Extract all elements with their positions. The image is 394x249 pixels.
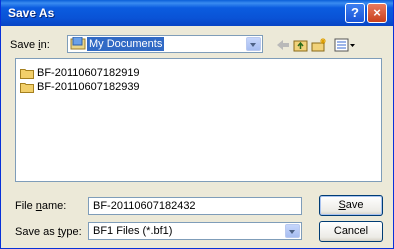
save-in-label: Save in: — [10, 39, 50, 51]
save-as-type-dropdown[interactable]: BF1 Files (*.bf1) — [88, 222, 302, 240]
title-bar[interactable]: Save As ? × — [1, 0, 393, 26]
dialog-title: Save As — [8, 6, 55, 20]
save-button[interactable]: Save — [319, 195, 383, 216]
folder-icon — [20, 83, 34, 93]
save-in-dropdown[interactable]: My Documents — [67, 35, 263, 53]
cancel-button[interactable]: Cancel — [319, 221, 383, 242]
help-button[interactable]: ? — [345, 3, 365, 23]
file-name-input[interactable]: BF-20110607182432 — [88, 197, 302, 215]
file-name: BF-20110607182919 — [37, 67, 140, 79]
my-documents-icon — [70, 37, 86, 50]
save-as-type-label: Save as type: — [15, 226, 82, 238]
close-button[interactable]: × — [367, 3, 387, 23]
new-folder-icon[interactable] — [311, 38, 327, 52]
save-in-value: My Documents — [87, 37, 165, 51]
chevron-down-icon[interactable] — [246, 37, 261, 51]
file-list[interactable]: BF-20110607182919 BF-20110607182939 — [15, 58, 382, 182]
save-as-type-value: BF1 Files (*.bf1) — [93, 225, 173, 237]
up-folder-icon[interactable] — [293, 38, 309, 52]
save-as-dialog: Save As ? × Save in: My Documents BF-201… — [0, 0, 394, 249]
chevron-down-icon[interactable] — [285, 224, 300, 238]
folder-icon — [20, 69, 34, 79]
file-name-label: File name: — [15, 200, 67, 212]
back-icon[interactable] — [275, 38, 291, 52]
file-name: BF-20110607182939 — [37, 81, 140, 93]
view-menu-icon[interactable] — [334, 38, 356, 52]
